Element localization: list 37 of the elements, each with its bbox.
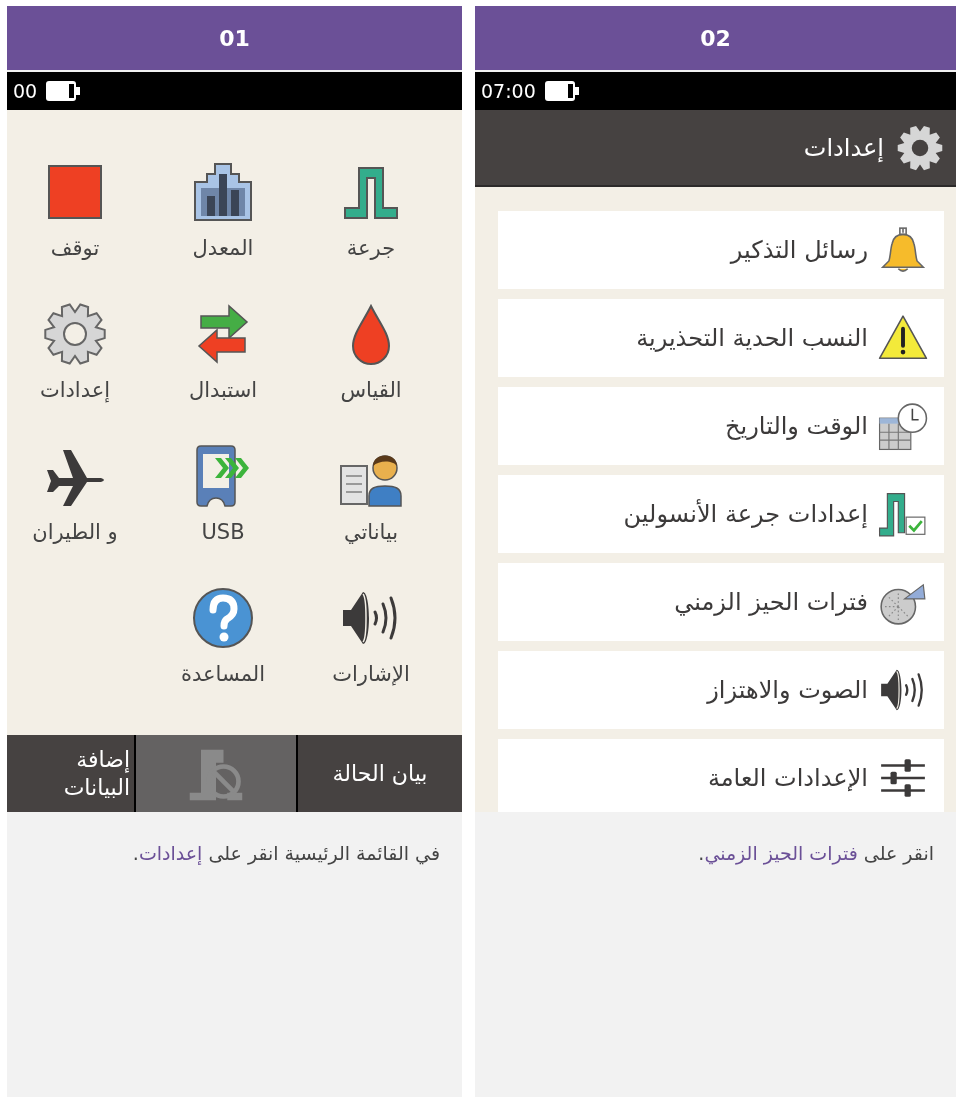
settings-item[interactable]: إعدادات جرعة الأنسولين [498, 475, 944, 553]
settings-item[interactable]: النسب الحدية التحذيرية [498, 299, 944, 377]
help-icon [191, 586, 255, 650]
softkey-button[interactable]: إضافة البيانات [7, 735, 134, 812]
menu-item[interactable]: USB [153, 440, 293, 566]
settings-icon [43, 302, 107, 366]
status-time: 00 [13, 80, 38, 102]
menu-item[interactable]: بياناتي [301, 440, 441, 566]
menu-item[interactable]: المساعدة [153, 582, 293, 708]
menu-item[interactable]: المعدل [153, 156, 293, 282]
menu-item[interactable]: الإشارات [301, 582, 441, 708]
settings-item[interactable]: فترات الحيز الزمني [498, 563, 944, 641]
settings-item[interactable]: الوقت والتاريخ [498, 387, 944, 465]
settings-item[interactable]: الإعدادات العامة [498, 739, 944, 812]
status-time: 07:00 [481, 80, 536, 102]
instruction-link[interactable]: إعدادات [138, 842, 203, 864]
menu-item[interactable]: القياس [301, 298, 441, 424]
calendar-clock-icon [878, 401, 928, 451]
menu-item[interactable]: جرعة [301, 156, 441, 282]
menu-item[interactable]: توقف [5, 156, 145, 282]
softkey-button[interactable]: بيان الحالة [298, 735, 462, 812]
battery-icon [543, 80, 580, 102]
step-number: 01 [7, 6, 462, 70]
settings-item[interactable]: رسائل التذكير [498, 211, 944, 289]
menu-item[interactable]: و الطيران [5, 440, 145, 566]
screen-title: إعدادات [803, 133, 884, 162]
menu-item[interactable]: إعدادات [5, 298, 145, 424]
step-number: 02 [475, 6, 956, 70]
bar-chart-icon [191, 160, 255, 224]
instruction-link[interactable]: فترات الحيز الزمني [704, 842, 858, 864]
instruction-text: انقر على فترات الحيز الزمني. [697, 842, 934, 864]
menu-item[interactable]: استبدال [153, 298, 293, 424]
battery-icon [45, 80, 82, 102]
instruction-text: في القائمة الرئيسية انقر على إعدادات. [131, 842, 440, 864]
settings-item[interactable]: الصوت والاهتزاز [498, 651, 944, 729]
bell-icon [878, 225, 928, 275]
settings-icon [896, 123, 944, 172]
